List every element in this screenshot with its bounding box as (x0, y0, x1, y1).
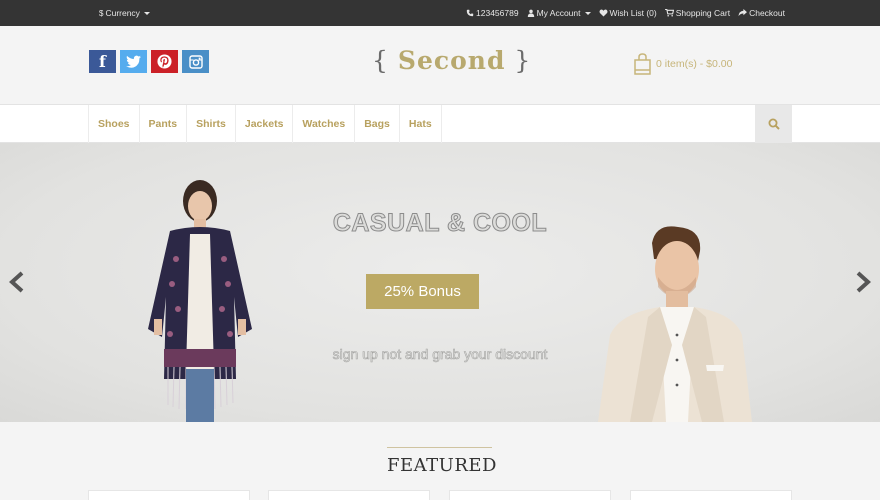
checkout-link[interactable]: Checkout (738, 8, 785, 18)
my-account-dropdown[interactable]: My Account (527, 8, 591, 18)
my-account-label: My Account (536, 8, 581, 18)
logo-brace-close: } (514, 46, 532, 75)
nav-item-jackets[interactable]: Jackets (236, 105, 294, 143)
featured-section: FEATURED (0, 422, 880, 500)
nav-item-pants[interactable]: Pants (140, 105, 188, 143)
social-links: f (89, 50, 209, 73)
wish-list-label: Wish List (0) (609, 8, 657, 18)
featured-title: FEATURED (387, 447, 496, 476)
cart-summary: 0 item(s) - $0.00 (656, 58, 733, 70)
twitter-icon[interactable] (120, 50, 147, 73)
hero-tagline: sign up not and grab your discount (332, 346, 548, 363)
nav-item-hats[interactable]: Hats (400, 105, 442, 143)
currency-dropdown[interactable]: $ Currency (99, 8, 150, 18)
product-card[interactable] (630, 490, 792, 500)
search-button[interactable] (755, 105, 792, 143)
product-card[interactable] (88, 490, 250, 500)
shopping-cart-label: Shopping Cart (675, 8, 731, 18)
nav-item-shirts[interactable]: Shirts (187, 105, 236, 143)
site-logo[interactable]: { Second} (372, 46, 531, 75)
shopping-cart-link[interactable]: Shopping Cart (664, 8, 731, 18)
currency-label: Currency (105, 8, 140, 18)
nav-item-bags[interactable]: Bags (355, 105, 400, 143)
logo-brace-open: { (372, 46, 389, 75)
site-header: f { Second} 0 item(s) - $0.00 (0, 26, 880, 104)
chevron-right-icon[interactable] (856, 271, 872, 293)
shopping-bag-icon (634, 53, 651, 75)
search-icon (768, 118, 780, 130)
user-icon (527, 9, 534, 17)
wish-list-link[interactable]: Wish List (0) (599, 8, 657, 18)
phone-number: 123456789 (476, 8, 519, 18)
hero-headline: CASUAL & COOL (332, 209, 548, 238)
hero-slider: CASUAL & COOL 25% Bonus sign up not and … (0, 143, 880, 422)
pinterest-icon[interactable] (151, 50, 178, 73)
phone-link[interactable]: 123456789 (466, 8, 519, 18)
top-links: 123456789 My Account Wish List (0) Shopp… (466, 8, 785, 18)
heart-icon (599, 9, 607, 17)
nav-item-shoes[interactable]: Shoes (89, 105, 140, 143)
nav-menu: Shoes Pants Shirts Jackets Watches Bags … (88, 105, 442, 143)
main-nav: Shoes Pants Shirts Jackets Watches Bags … (0, 104, 880, 143)
nav-item-watches[interactable]: Watches (293, 105, 356, 143)
checkout-label: Checkout (749, 8, 785, 18)
product-card[interactable] (268, 490, 430, 500)
chevron-down-icon (143, 11, 150, 15)
bonus-button[interactable]: 25% Bonus (366, 274, 479, 309)
chevron-down-icon (584, 11, 591, 15)
man-model-image (598, 226, 752, 422)
dollar-icon: $ (99, 8, 104, 18)
instagram-icon[interactable] (182, 50, 209, 73)
phone-icon (466, 9, 474, 17)
cart-icon (664, 9, 674, 17)
product-card[interactable] (449, 490, 611, 500)
facebook-icon[interactable]: f (89, 50, 116, 73)
header-cart-button[interactable]: 0 item(s) - $0.00 (634, 53, 732, 75)
logo-word: Second (397, 46, 506, 75)
chevron-left-icon[interactable] (8, 271, 24, 293)
share-icon (738, 9, 748, 17)
top-bar: $ Currency 123456789 My Account Wish Lis… (0, 0, 880, 26)
